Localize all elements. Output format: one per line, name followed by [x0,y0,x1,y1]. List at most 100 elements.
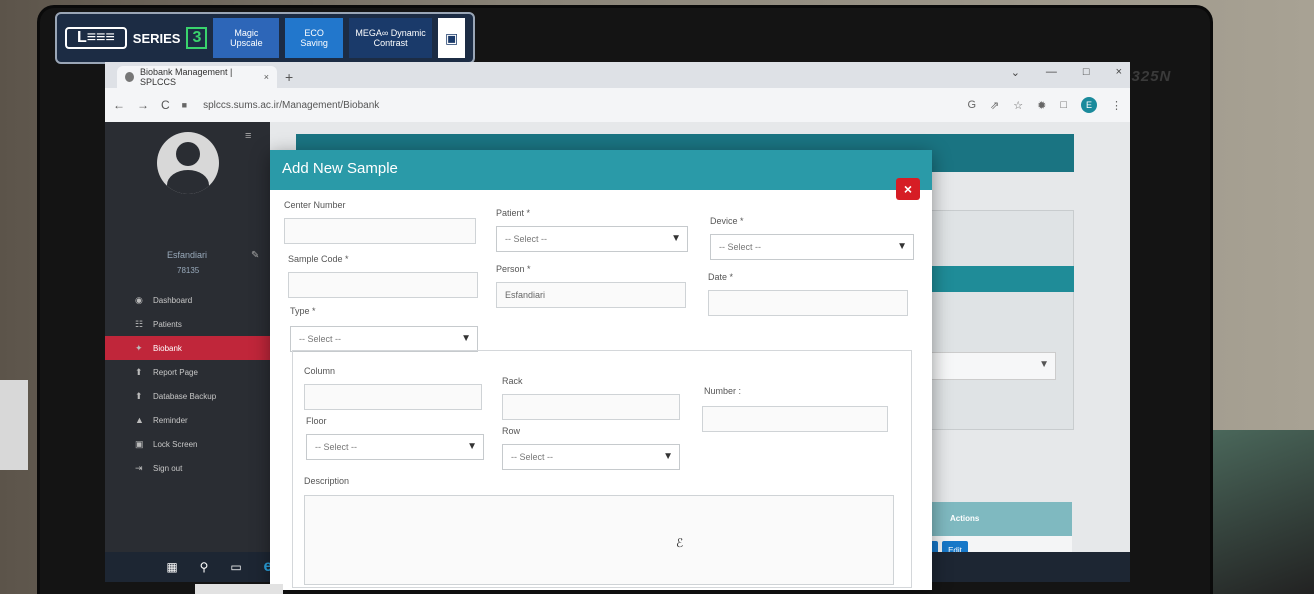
sidebar-item-label: Lock Screen [153,439,198,449]
toolbar-icons: G ⇗ ☆ ✹ □ E ⋮ [967,97,1122,113]
modal-title: Add New Sample [282,160,398,177]
bookmark-star-icon[interactable]: ☆ [1013,99,1023,112]
description-textarea[interactable] [304,495,894,585]
row-select-value: -- Select -- [511,452,554,462]
sidebar-item-label: Sign out [153,463,183,473]
chevron-down-icon: ▼ [467,441,477,452]
chevron-down-icon: ▼ [1039,359,1049,370]
chevron-down-icon: ▼ [897,241,907,252]
reload-button[interactable]: C [161,98,170,112]
rack-input[interactable] [502,394,680,420]
floor-label: Floor [306,416,327,426]
sidebar-item-dashboard[interactable]: ◉ Dashboard [105,288,270,312]
sidebar-username: Esfandiari [167,250,208,260]
profile-avatar[interactable]: E [1081,97,1097,113]
sidebar-item-label: Database Backup [153,391,217,401]
browser-menu-icon[interactable]: ⋮ [1111,99,1122,112]
sidebar-item-label: Dashboard [153,295,193,305]
sidebar: ≡ Esfandiari 78135 ✎ ◉ Dashboard ☷ Patient… [105,122,270,582]
patient-select[interactable]: -- Select -- ▼ [496,226,688,252]
sidebar-user-id: 78135 [177,266,200,275]
actions-header: Actions [950,514,980,523]
minimize-button[interactable]: — [1046,66,1057,79]
google-icon[interactable]: G [967,99,976,111]
date-label: Date * [708,272,734,282]
column-input[interactable] [304,384,482,410]
biobank-icon: ✦ [135,342,143,353]
person-label: Person * [496,264,531,274]
date-input[interactable] [708,290,908,316]
favicon-icon [125,72,134,82]
text-cursor-icon: ℰ [676,536,684,550]
patient-label: Patient * [496,208,531,218]
dashboard-icon: ◉ [135,294,143,305]
side-panel-icon[interactable]: □ [1060,99,1067,111]
search-icon[interactable]: ⚲ [195,558,213,576]
modal-header: Add New Sample [270,150,932,190]
device-select[interactable]: -- Select -- ▼ [710,234,914,260]
patients-icon: ☷ [135,318,144,329]
browser-tabstrip: Biobank Management | SPLCCS × + ⌄ — □ × [105,62,1130,88]
address-bar[interactable]: splccs.sums.ac.ir/Management/Biobank [203,100,955,111]
monitor-sticker: L≡≡≡ SERIES 3 Magic Upscale ECO Saving M… [55,12,475,64]
desk-sticker [195,584,283,594]
center-number-label: Center Number [284,200,346,210]
signout-icon: ⇥ [135,462,143,473]
sidebar-item-patients[interactable]: ☷ Patients [105,312,270,336]
browser-tab[interactable]: Biobank Management | SPLCCS × [117,66,277,88]
center-number-input[interactable] [284,218,476,244]
chevron-down-icon: ▼ [663,451,673,462]
back-button[interactable]: ← [113,98,125,112]
sidebar-item-label: Report Page [153,367,198,377]
sidebar-item-label: Reminder [153,415,188,425]
new-tab-button[interactable]: + [285,69,293,85]
browser-toolbar: ← → C ■ splccs.sums.ac.ir/Management/Bio… [105,88,1130,122]
row-select[interactable]: -- Select -- ▼ [502,444,680,470]
sidebar-item-reminder[interactable]: ▲ Reminder [105,408,270,432]
sidebar-item-database-backup[interactable]: ⬆ Database Backup [105,384,270,408]
windows-start-icon[interactable]: ▦ [163,558,181,576]
floor-select[interactable]: -- Select -- ▼ [306,434,484,460]
number-label: Number : [704,386,742,396]
sidebar-item-label: Biobank [153,343,182,353]
sidebar-item-biobank[interactable]: ✦ Biobank [105,336,270,360]
number-input[interactable] [702,406,888,432]
sticker-eco: ECO Saving [285,18,343,58]
sticker-windows: ▣ [438,18,465,58]
sidebar-item-lock-screen[interactable]: ▣ Lock Screen [105,432,270,456]
type-select[interactable]: -- Select -- ▼ [290,326,478,352]
lock-icon: ▣ [135,438,144,449]
hamburger-icon[interactable]: ≡ [245,130,251,142]
lock-icon[interactable]: ■ [182,100,187,110]
sample-code-input[interactable] [288,272,478,298]
report-icon: ⬆ [135,366,143,377]
tab-search-icon[interactable]: ⌄ [1011,66,1020,79]
chevron-down-icon: ▼ [461,333,471,344]
sticker-series: SERIES [132,30,181,46]
task-view-icon[interactable]: ▭ [227,558,245,576]
device-label: Device * [710,216,744,226]
share-icon[interactable]: ⇗ [990,99,999,112]
window-controls: ⌄ — □ × [1011,66,1122,79]
close-modal-button[interactable]: × [896,178,920,200]
tab-close-icon[interactable]: × [264,72,269,82]
close-window-button[interactable]: × [1116,66,1122,79]
type-label: Type * [290,306,316,316]
patient-select-value: -- Select -- [505,234,548,244]
extensions-icon[interactable]: ✹ [1037,99,1046,112]
floor-select-value: -- Select -- [315,442,358,452]
sidebar-item-sign-out[interactable]: ⇥ Sign out [105,456,270,480]
avatar [157,132,219,194]
person-input[interactable]: Esfandiari [496,282,686,308]
device-select-value: -- Select -- [719,242,762,252]
edit-profile-icon[interactable]: ✎ [251,250,259,261]
barcode-label [0,380,28,470]
chevron-down-icon: ▼ [671,233,681,244]
sidebar-item-report-page[interactable]: ⬆ Report Page [105,360,270,384]
forward-button[interactable]: → [137,98,149,112]
maximize-button[interactable]: □ [1083,66,1090,79]
sticker-upscale: Magic Upscale [213,18,280,58]
sticker-mega: MEGA∞ Dynamic Contrast [348,18,433,58]
description-label: Description [304,476,350,486]
rack-label: Rack [502,376,523,386]
